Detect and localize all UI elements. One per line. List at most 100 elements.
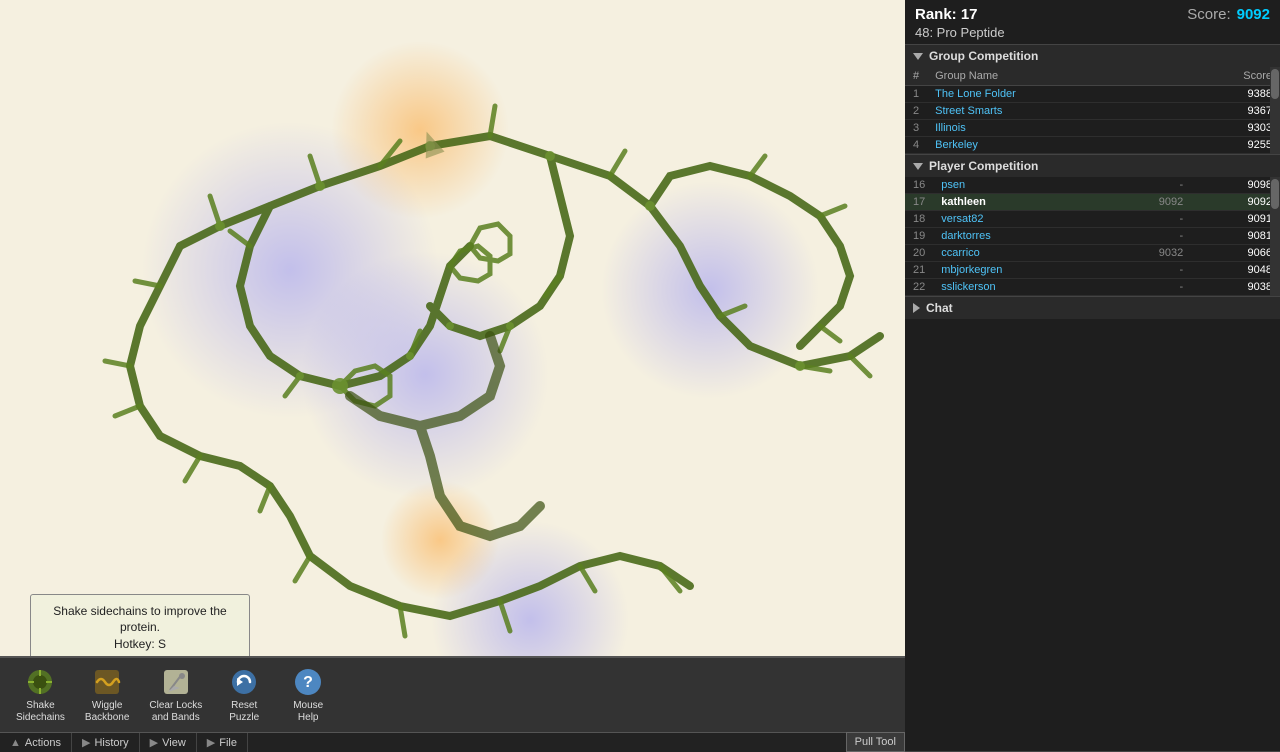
- prev-score-cell: 9032: [1102, 245, 1191, 262]
- game-canvas: Shake sidechains to improve the protein.…: [0, 0, 905, 752]
- col-group-name: Group Name: [927, 67, 1168, 86]
- player-competition-section: Player Competition 16 psen - 9098 17 kat…: [905, 155, 1280, 297]
- rank-cell: 3: [905, 120, 927, 137]
- table-row[interactable]: 2 Street Smarts 9367: [905, 103, 1280, 120]
- col-group-score: Score: [1168, 67, 1280, 86]
- tooltip: Shake sidechains to improve the protein.…: [30, 594, 250, 662]
- pull-tool-label: Pull Tool: [855, 736, 896, 748]
- table-row[interactable]: 18 versat82 - 9091: [905, 211, 1280, 228]
- table-row[interactable]: 3 Illinois 9303: [905, 120, 1280, 137]
- collapse-icon: [913, 53, 923, 60]
- menu-actions[interactable]: ▲ Actions: [0, 733, 72, 752]
- header: Rank: 17 Score: 9092 48: Pro Peptide: [905, 0, 1280, 45]
- player-name-cell: kathleen: [933, 194, 1102, 211]
- tooltip-line1: Shake sidechains to improve the protein.: [43, 603, 237, 637]
- reset-label: ResetPuzzle: [229, 700, 259, 724]
- prev-score-cell: 9092: [1102, 194, 1191, 211]
- scrollbar-thumb: [1271, 69, 1279, 99]
- group-competition-table-container: # Group Name Score 1 The Lone Folder 938…: [905, 67, 1280, 154]
- group-competition-section: Group Competition # Group Name Score 1 T…: [905, 45, 1280, 155]
- curr-score-cell: 9066: [1191, 245, 1280, 262]
- prev-score-cell: -: [1102, 279, 1191, 296]
- table-row[interactable]: 20 ccarrico 9032 9066: [905, 245, 1280, 262]
- table-row[interactable]: 1 The Lone Folder 9388: [905, 86, 1280, 103]
- score-area: Score: 9092: [1187, 6, 1270, 23]
- reset-icon: [228, 666, 260, 698]
- table-row[interactable]: 19 darktorres - 9081: [905, 228, 1280, 245]
- shake-sidechains-button[interactable]: ShakeSidechains: [8, 662, 73, 728]
- table-row[interactable]: 17 kathleen 9092 9092: [905, 194, 1280, 211]
- group-competition-header[interactable]: Group Competition: [905, 45, 1280, 67]
- menu-view-label: View: [162, 737, 186, 749]
- player-competition-table: 16 psen - 9098 17 kathleen 9092 9092 18 …: [905, 177, 1280, 296]
- tooltip-line2: Hotkey: S: [43, 636, 237, 653]
- wiggle-backbone-button[interactable]: WiggleBackbone: [77, 662, 137, 728]
- chat-title: Chat: [926, 301, 953, 315]
- wiggle-icon: [91, 666, 123, 698]
- player-competition-header[interactable]: Player Competition: [905, 155, 1280, 177]
- chat-section: Chat: [905, 297, 1280, 752]
- wiggle-label: WiggleBackbone: [85, 700, 129, 724]
- menu-history[interactable]: ▶ History: [72, 733, 140, 752]
- expand-icon: [913, 303, 920, 313]
- curr-score-cell: 9091: [1191, 211, 1280, 228]
- puzzle-name: 48: Pro Peptide: [915, 25, 1270, 40]
- menu-bar: ▲ Actions ▶ History ▶ View ▶ File: [0, 732, 905, 752]
- score-cell: 9388: [1168, 86, 1280, 103]
- rank-cell: 20: [905, 245, 933, 262]
- rank-cell: 4: [905, 137, 927, 154]
- table-row[interactable]: 22 sslickerson - 9038: [905, 279, 1280, 296]
- group-competition-table: # Group Name Score 1 The Lone Folder 938…: [905, 67, 1280, 154]
- right-panel: Rank: 17 Score: 9092 48: Pro Peptide Gro…: [905, 0, 1280, 752]
- col-hash: #: [905, 67, 927, 86]
- name-cell: Street Smarts: [927, 103, 1168, 120]
- scrollbar-thumb: [1271, 179, 1279, 209]
- curr-score-cell: 9098: [1191, 177, 1280, 194]
- name-cell: The Lone Folder: [927, 86, 1168, 103]
- menu-view[interactable]: ▶ View: [140, 733, 197, 752]
- clear-locks-button[interactable]: Clear Locksand Bands: [141, 662, 210, 728]
- rank-cell: 22: [905, 279, 933, 296]
- scrollbar[interactable]: [1270, 67, 1280, 154]
- score-cell: 9303: [1168, 120, 1280, 137]
- name-cell: Berkeley: [927, 137, 1168, 154]
- mouse-help-button[interactable]: ? MouseHelp: [278, 662, 338, 728]
- rank-cell: 1: [905, 86, 927, 103]
- mouse-help-label: MouseHelp: [293, 700, 323, 724]
- menu-history-label: History: [94, 737, 128, 749]
- group-competition-rows: 1 The Lone Folder 9388 2 Street Smarts 9…: [905, 86, 1280, 154]
- reset-puzzle-button[interactable]: ResetPuzzle: [214, 662, 274, 728]
- scrollbar[interactable]: [1270, 177, 1280, 296]
- clear-locks-label: Clear Locksand Bands: [149, 700, 202, 724]
- player-competition-rows: 16 psen - 9098 17 kathleen 9092 9092 18 …: [905, 177, 1280, 296]
- chat-header[interactable]: Chat: [905, 297, 1280, 319]
- clear-locks-icon: [160, 666, 192, 698]
- mouse-help-icon: ?: [292, 666, 324, 698]
- player-name-cell: sslickerson: [933, 279, 1102, 296]
- table-row[interactable]: 4 Berkeley 9255: [905, 137, 1280, 154]
- shake-label: ShakeSidechains: [16, 700, 65, 724]
- player-competition-table-container: 16 psen - 9098 17 kathleen 9092 9092 18 …: [905, 177, 1280, 296]
- name-cell: Illinois: [927, 120, 1168, 137]
- curr-score-cell: 9081: [1191, 228, 1280, 245]
- player-name-cell: mbjorkegren: [933, 262, 1102, 279]
- prev-score-cell: -: [1102, 211, 1191, 228]
- table-row[interactable]: 21 mbjorkegren - 9048: [905, 262, 1280, 279]
- prev-score-cell: -: [1102, 262, 1191, 279]
- rank-cell: 19: [905, 228, 933, 245]
- score-cell: 9367: [1168, 103, 1280, 120]
- menu-file-label: File: [219, 737, 237, 749]
- curr-score-cell: 9048: [1191, 262, 1280, 279]
- rank-cell: 16: [905, 177, 933, 194]
- curr-score-cell: 9092: [1191, 194, 1280, 211]
- player-competition-title: Player Competition: [929, 159, 1038, 173]
- bottom-toolbar: ShakeSidechains WiggleBackbone: [0, 656, 905, 752]
- prev-score-cell: -: [1102, 228, 1191, 245]
- player-name-cell: psen: [933, 177, 1102, 194]
- player-name-cell: versat82: [933, 211, 1102, 228]
- pull-tool-button[interactable]: Pull Tool: [846, 732, 905, 752]
- table-row[interactable]: 16 psen - 9098: [905, 177, 1280, 194]
- menu-file[interactable]: ▶ File: [197, 733, 248, 752]
- player-name-cell: darktorres: [933, 228, 1102, 245]
- shake-icon: [24, 666, 56, 698]
